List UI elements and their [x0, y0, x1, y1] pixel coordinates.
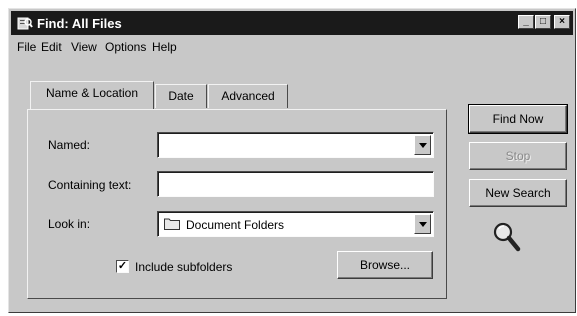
menu-options[interactable]: Options: [105, 40, 146, 54]
maximize-button[interactable]: □: [535, 15, 551, 29]
look-in-dropdown-button[interactable]: [414, 214, 431, 234]
tab-name-location[interactable]: Name & Location: [30, 81, 154, 109]
title-bar[interactable]: Find: All Files _ □ ×: [11, 11, 573, 35]
stop-button[interactable]: Stop: [469, 142, 567, 170]
look-in-label: Look in:: [48, 217, 91, 231]
look-in-value: Document Folders: [186, 218, 285, 232]
magnifier-icon: [493, 222, 521, 252]
include-subfolders-checkbox[interactable]: ✓: [116, 260, 129, 273]
folder-icon: [164, 218, 180, 230]
find-window: Find: All Files _ □ × File Edit View Opt…: [8, 8, 576, 313]
include-subfolders-label[interactable]: Include subfolders: [135, 260, 232, 274]
new-search-button[interactable]: New Search: [469, 179, 567, 207]
containing-text-label: Containing text:: [48, 178, 132, 192]
named-combobox[interactable]: [157, 132, 434, 158]
named-label: Named:: [48, 138, 91, 152]
browse-button[interactable]: Browse...: [337, 251, 433, 279]
minimize-button[interactable]: _: [518, 15, 534, 29]
named-dropdown-button[interactable]: [414, 135, 431, 155]
tab-date[interactable]: Date: [155, 84, 207, 108]
menu-bar: File Edit View Options Help: [11, 38, 573, 56]
menu-view[interactable]: View: [71, 40, 97, 54]
find-now-button[interactable]: Find Now: [468, 104, 568, 134]
window-title: Find: All Files: [37, 16, 122, 31]
menu-edit[interactable]: Edit: [41, 40, 62, 54]
look-in-combobox[interactable]: Document Folders: [157, 211, 434, 237]
containing-text-input[interactable]: [157, 171, 434, 197]
find-window-icon: [17, 17, 33, 30]
menu-help[interactable]: Help: [152, 40, 177, 54]
close-button[interactable]: ×: [554, 15, 570, 29]
tab-advanced[interactable]: Advanced: [208, 84, 288, 108]
menu-file[interactable]: File: [17, 40, 36, 54]
